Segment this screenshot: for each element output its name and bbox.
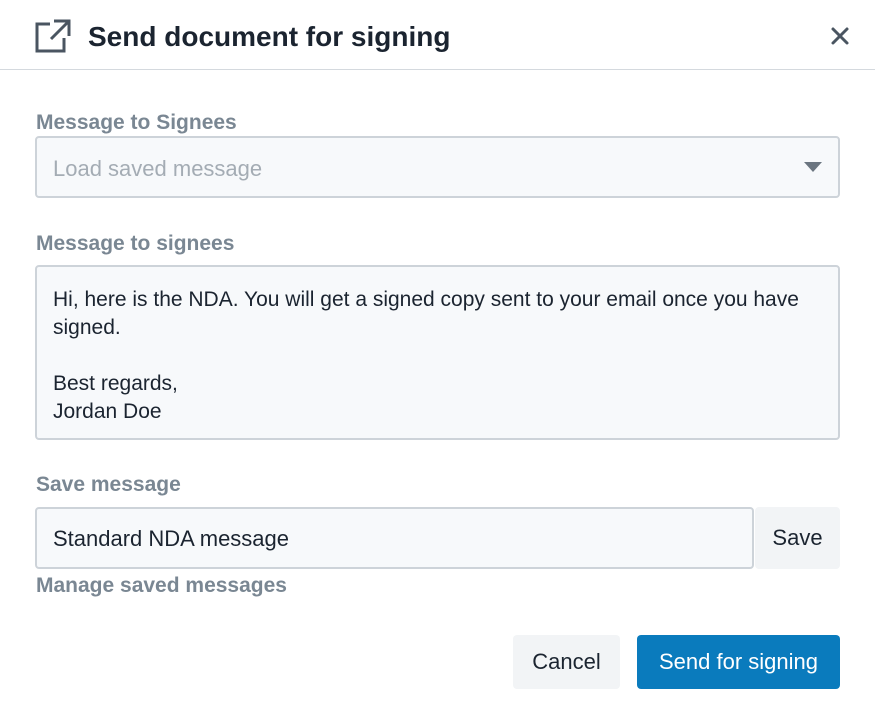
message-label: Message to signees [36,232,235,255]
save-button[interactable]: Save [755,507,840,569]
select-placeholder: Load saved message [53,156,263,181]
dialog-header: Send document for signing [0,0,875,70]
caret-down-icon [804,162,822,172]
close-icon[interactable] [826,22,854,50]
manage-saved-messages-link[interactable]: Manage saved messages [36,573,287,599]
send-for-signing-button[interactable]: Send for signing [637,635,840,689]
save-message-label: Save message [36,473,181,496]
external-link-icon [35,19,71,53]
load-saved-message-select[interactable]: Load saved message [35,136,840,198]
saved-message-label: Message to Signees [36,111,237,134]
dialog-title: Send document for signing [88,21,451,52]
send-for-signing-dialog: Send document for signing Message to Sig… [0,0,875,723]
save-message-value: Standard NDA message [53,526,290,551]
cancel-button[interactable]: Cancel [513,635,620,689]
message-textarea[interactable]: Hi, here is the NDA. You will get a sign… [35,265,840,440]
save-message-input[interactable]: Standard NDA message [35,507,754,569]
